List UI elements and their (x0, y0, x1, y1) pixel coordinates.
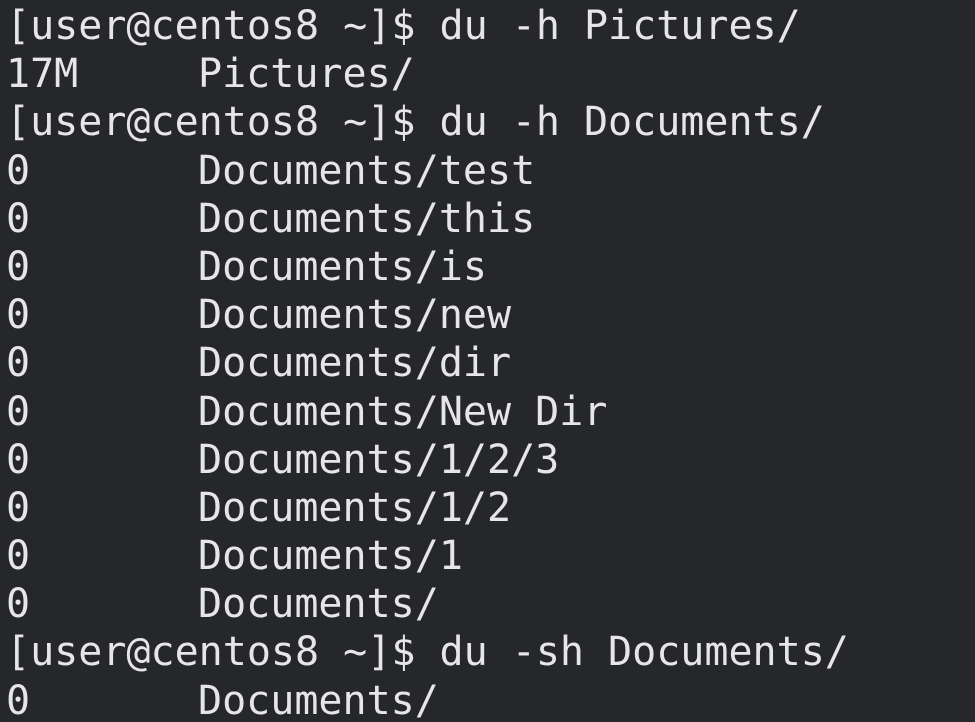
output-line: 0 Documents/ (6, 580, 975, 628)
disk-usage-path: Documents/ (198, 581, 439, 628)
disk-usage-path: Documents/ (198, 677, 439, 722)
disk-usage-path: Documents/test (198, 147, 536, 194)
output-line: 0 Documents/New Dir (6, 388, 975, 436)
command-text: du -h Documents/ (439, 99, 825, 146)
disk-usage-size: 0 (6, 533, 31, 580)
output-line: 0 Documents/this (6, 195, 975, 243)
output-line: 0 Documents/1/2 (6, 484, 975, 532)
disk-usage-path: Documents/New Dir (198, 388, 608, 435)
disk-usage-size: 0 (6, 292, 31, 339)
disk-usage-size: 0 (6, 581, 31, 628)
shell-prompt: [user@centos8 ~]$ (6, 99, 440, 146)
shell-prompt: [user@centos8 ~]$ (6, 3, 440, 49)
command-text: du -h Pictures/ (439, 3, 801, 49)
output-line: 0 Documents/is (6, 243, 975, 291)
output-line: 0 Documents/1/2/3 (6, 436, 975, 484)
shell-prompt: [user@centos8 ~]$ (6, 629, 440, 676)
command-line: [user@centos8 ~]$ du -h Documents/ (6, 98, 975, 146)
disk-usage-size: 0 (6, 677, 31, 722)
disk-usage-path: Documents/new (198, 292, 512, 339)
disk-usage-size: 0 (6, 436, 31, 483)
output-line: 0 Documents/dir (6, 339, 975, 387)
terminal-window[interactable]: [user@centos8 ~]$ du -h Pictures/ 17M Pic… (0, 0, 975, 722)
output-line: 17M Pictures/ (6, 50, 975, 98)
disk-usage-size: 0 (6, 388, 31, 435)
output-line: 0 Documents/new (6, 291, 975, 339)
disk-usage-size: 0 (6, 195, 31, 242)
output-line: 0 Documents/test (6, 147, 975, 195)
command-line: [user@centos8 ~]$ du -h Pictures/ (6, 2, 975, 50)
disk-usage-size: 0 (6, 340, 31, 387)
disk-usage-size: 0 (6, 147, 31, 194)
disk-usage-path: Documents/1 (198, 533, 463, 580)
disk-usage-path: Documents/is (198, 243, 487, 290)
disk-usage-path: Documents/1/2/3 (198, 436, 560, 483)
command-text: du -sh Documents/ (439, 629, 849, 676)
disk-usage-path: Documents/this (198, 195, 536, 242)
disk-usage-size: 17M (6, 51, 79, 98)
command-line: [user@centos8 ~]$ du -sh Documents/ (6, 628, 975, 676)
output-line: 0 Documents/ (6, 677, 975, 722)
disk-usage-path: Documents/1/2 (198, 484, 512, 531)
output-line: 0 Documents/1 (6, 532, 975, 580)
disk-usage-size: 0 (6, 243, 31, 290)
disk-usage-path: Documents/dir (198, 340, 512, 387)
disk-usage-size: 0 (6, 484, 31, 531)
disk-usage-path: Pictures/ (198, 51, 415, 98)
